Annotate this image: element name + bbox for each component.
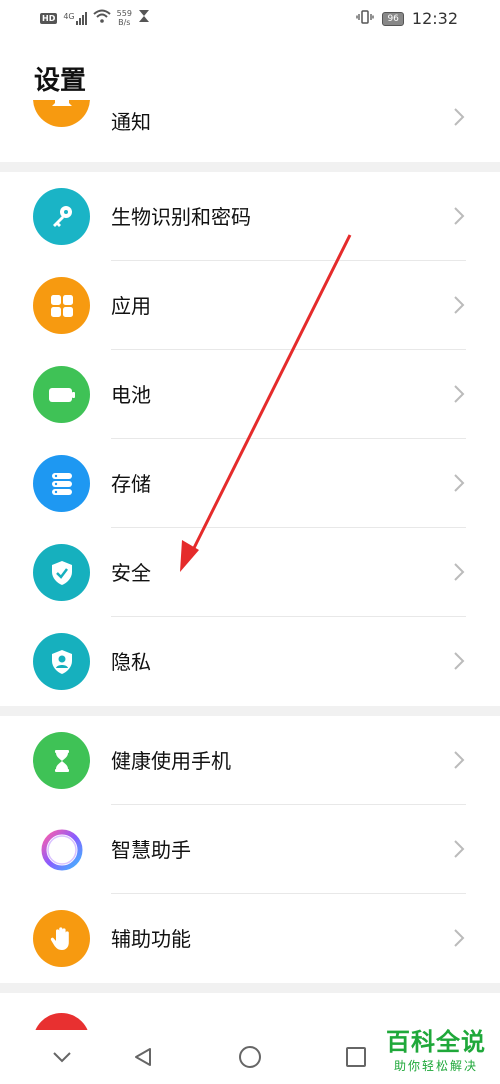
- row-label: 存储: [111, 472, 151, 496]
- row-label: 安全: [111, 561, 151, 585]
- watermark: 百科全说 助你轻松解决: [386, 1022, 486, 1074]
- settings-row-digital-balance[interactable]: 健康使用手机: [0, 716, 500, 805]
- watermark-main: 百科全说: [386, 1028, 486, 1056]
- hourglass-icon: [33, 732, 90, 789]
- row-label: 智慧助手: [111, 838, 191, 862]
- row-label: 应用: [111, 294, 151, 318]
- vibrate-icon: [356, 9, 375, 28]
- settings-row-accessibility[interactable]: 辅助功能: [0, 894, 500, 983]
- hourglass-status-icon: [138, 9, 150, 27]
- group-divider: [0, 162, 500, 172]
- signal-icon: 4G: [63, 11, 87, 25]
- row-label: 通知: [111, 110, 151, 134]
- settings-group-1: 生物识别和密码 应用 电池 存储 安全 隐私: [0, 172, 500, 706]
- chevron-right-icon: [452, 650, 466, 672]
- privacy-shield-icon: [33, 633, 90, 690]
- home-circle-icon[interactable]: [235, 1042, 265, 1072]
- hd-indicator: HD: [40, 12, 58, 24]
- settings-row-apps[interactable]: 应用: [0, 261, 500, 350]
- chevron-right-icon: [452, 838, 466, 860]
- net-speed: 559 B/s: [117, 9, 132, 27]
- row-label: 生物识别和密码: [111, 205, 251, 229]
- chevron-right-icon: [452, 927, 466, 949]
- net-speed-unit: B/s: [118, 18, 131, 27]
- battery-icon: [33, 366, 90, 423]
- page-title: 设置: [34, 66, 87, 96]
- apps-grid-icon: [33, 277, 90, 334]
- settings-row-privacy[interactable]: 隐私: [0, 617, 500, 706]
- hand-icon: [33, 910, 90, 967]
- chevron-right-icon: [452, 472, 466, 494]
- watermark-sub: 助你轻松解决: [393, 1059, 478, 1073]
- status-bar: HD 4G 559 B/s 96 12:32: [0, 0, 500, 40]
- status-left: HD 4G 559 B/s: [40, 9, 150, 27]
- bell-icon: [33, 100, 90, 127]
- net-speed-value: 559: [116, 9, 132, 18]
- settings-row-biometrics[interactable]: 生物识别和密码: [0, 172, 500, 261]
- key-icon: [33, 188, 90, 245]
- row-label: 健康使用手机: [111, 749, 231, 773]
- wifi-icon: [92, 9, 111, 27]
- clock: 12:32: [411, 9, 458, 28]
- smart-assistant-icon: [33, 821, 90, 878]
- row-label: 隐私: [111, 650, 151, 674]
- chevron-right-icon: [452, 106, 466, 132]
- chevron-right-icon: [452, 294, 466, 316]
- status-right: 96 12:32: [356, 9, 458, 28]
- settings-row-smart-assistant[interactable]: 智慧助手: [0, 805, 500, 894]
- row-label: 辅助功能: [111, 927, 191, 951]
- settings-row-battery[interactable]: 电池: [0, 350, 500, 439]
- chevron-right-icon: [452, 561, 466, 583]
- battery-indicator: 96: [382, 11, 404, 26]
- recents-square-icon[interactable]: [341, 1042, 371, 1072]
- settings-row-security[interactable]: 安全: [0, 528, 500, 617]
- settings-row-notifications[interactable]: 通知: [0, 100, 500, 162]
- chevron-right-icon: [452, 205, 466, 227]
- user-account-icon: [33, 1013, 90, 1031]
- chevron-right-icon: [452, 749, 466, 771]
- settings-row-storage[interactable]: 存储: [0, 439, 500, 528]
- chevron-down-icon[interactable]: [47, 1042, 77, 1072]
- chevron-right-icon: [452, 383, 466, 405]
- row-label: 电池: [111, 383, 151, 407]
- network-type: 4G: [63, 11, 75, 21]
- back-triangle-icon[interactable]: [128, 1042, 158, 1072]
- storage-icon: [33, 455, 90, 512]
- settings-group-2: 健康使用手机 智慧助手 辅助功能: [0, 716, 500, 983]
- group-divider: [0, 706, 500, 716]
- group-divider: [0, 983, 500, 993]
- shield-check-icon: [33, 544, 90, 601]
